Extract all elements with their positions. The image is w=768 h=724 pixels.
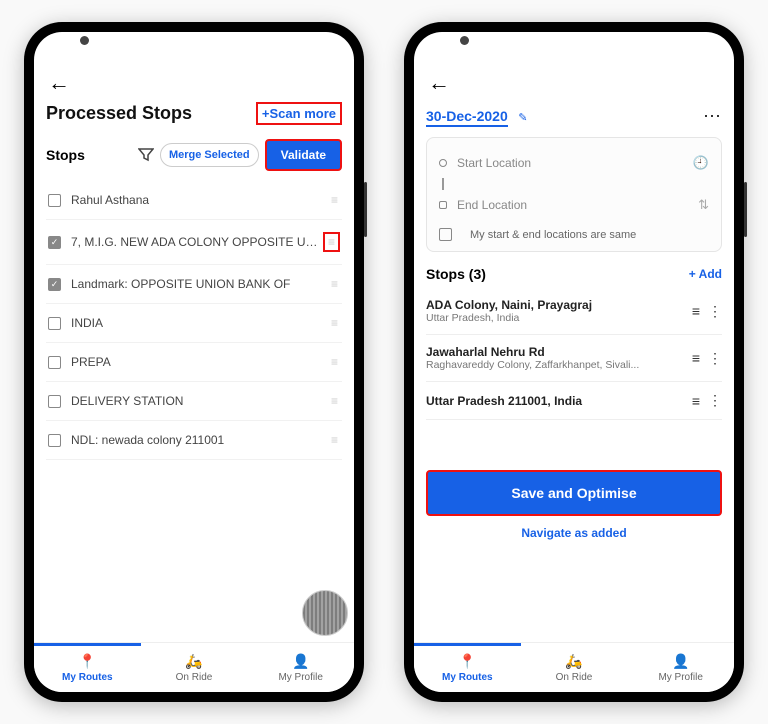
nav-label: My Profile xyxy=(658,672,702,683)
validate-button[interactable]: Validate xyxy=(265,139,342,171)
clock-icon[interactable]: 🕘 xyxy=(693,155,709,171)
back-button[interactable]: ← xyxy=(46,66,72,100)
swap-icon[interactable]: ⇅ xyxy=(698,197,709,213)
stop-text: Landmark: OPPOSITE UNION BANK OF xyxy=(71,277,329,291)
drag-handle-icon[interactable]: ≡ xyxy=(329,355,340,369)
filter-icon[interactable] xyxy=(138,148,154,162)
drag-handle-icon[interactable]: ≡ xyxy=(329,433,340,447)
scanned-image-thumb[interactable] xyxy=(302,590,348,636)
start-location-input[interactable] xyxy=(457,152,683,174)
nav-label: My Profile xyxy=(278,672,322,683)
more-menu-button[interactable]: ⋯ xyxy=(703,106,722,127)
screen-processed-stops: ← Processed Stops +Scan more Stops Merge… xyxy=(34,32,354,692)
date-picker[interactable]: 30-Dec-2020 ✎ xyxy=(426,108,527,126)
edit-icon[interactable]: ✎ xyxy=(518,112,527,124)
reorder-handle-icon[interactable]: ≡ xyxy=(692,303,700,319)
start-dot-icon xyxy=(439,159,447,167)
checkbox[interactable] xyxy=(48,395,61,408)
checkbox[interactable] xyxy=(48,356,61,369)
reorder-handle-icon[interactable]: ≡ xyxy=(692,393,700,409)
stop-row[interactable]: NDL: newada colony 211001 ≡ xyxy=(46,421,342,460)
connector-line xyxy=(442,178,444,190)
checkbox[interactable] xyxy=(48,317,61,330)
back-button[interactable]: ← xyxy=(426,66,452,100)
stop-text: INDIA xyxy=(71,316,329,330)
bottom-nav: 📍 My Routes 🛵 On Ride 👤 My Profile xyxy=(34,642,354,692)
phone-right: ← 30-Dec-2020 ✎ ⋯ 🕘 ⇅ xyxy=(404,22,744,702)
save-optimise-button[interactable]: Save and Optimise xyxy=(426,470,722,516)
stop-row[interactable]: INDIA ≡ xyxy=(46,304,342,343)
location-box: 🕘 ⇅ My start & end locations are same xyxy=(426,137,722,252)
stops-count-label: Stops (3) xyxy=(426,266,486,282)
stop-menu-button[interactable]: ⋮ xyxy=(708,350,722,367)
profile-icon: 👤 xyxy=(672,653,689,670)
checkbox[interactable] xyxy=(48,236,61,249)
drag-handle-icon[interactable]: ≡ xyxy=(329,193,340,207)
nav-my-profile[interactable]: 👤 My Profile xyxy=(627,643,734,692)
pin-icon: 📍 xyxy=(459,653,476,670)
profile-icon: 👤 xyxy=(292,653,309,670)
stop-sub: Raghavareddy Colony, Zaffarkhanpet, Siva… xyxy=(426,359,684,371)
route-stop-row[interactable]: ADA Colony, Naini, Prayagraj Uttar Prade… xyxy=(426,288,722,335)
add-stop-button[interactable]: + Add xyxy=(689,267,722,281)
phone-side-button xyxy=(744,182,747,237)
drag-handle-icon[interactable]: ≡ xyxy=(323,232,340,252)
drag-handle-icon[interactable]: ≡ xyxy=(329,394,340,408)
stop-row[interactable]: Landmark: OPPOSITE UNION BANK OF ≡ xyxy=(46,265,342,304)
drag-handle-icon[interactable]: ≡ xyxy=(329,277,340,291)
stop-row[interactable]: Rahul Asthana ≡ xyxy=(46,181,342,220)
end-location-input[interactable] xyxy=(457,194,688,216)
stop-row[interactable]: PREPA ≡ xyxy=(46,343,342,382)
checkbox[interactable] xyxy=(48,434,61,447)
stop-menu-button[interactable]: ⋮ xyxy=(708,303,722,320)
phone-left: ← Processed Stops +Scan more Stops Merge… xyxy=(24,22,364,702)
navigate-as-added-link[interactable]: Navigate as added xyxy=(426,526,722,540)
stop-main: Jawaharlal Nehru Rd xyxy=(426,345,684,359)
same-location-checkbox[interactable] xyxy=(439,228,452,241)
bike-icon: 🛵 xyxy=(185,653,202,670)
stop-sub: Uttar Pradesh, India xyxy=(426,312,684,324)
stop-text: PREPA xyxy=(71,355,329,369)
nav-indicator xyxy=(34,643,141,646)
nav-label: On Ride xyxy=(556,672,593,683)
nav-on-ride[interactable]: 🛵 On Ride xyxy=(141,643,248,692)
bottom-nav: 📍 My Routes 🛵 On Ride 👤 My Profile xyxy=(414,642,734,692)
stop-text: Rahul Asthana xyxy=(71,193,329,207)
nav-label: My Routes xyxy=(442,672,493,683)
pin-icon: 📍 xyxy=(79,653,96,670)
nav-my-routes[interactable]: 📍 My Routes xyxy=(34,643,141,692)
end-dot-icon xyxy=(439,201,447,209)
stop-main: ADA Colony, Naini, Prayagraj xyxy=(426,298,684,312)
nav-indicator xyxy=(414,643,521,646)
scan-more-button[interactable]: +Scan more xyxy=(256,102,342,125)
nav-my-profile[interactable]: 👤 My Profile xyxy=(247,643,354,692)
merge-selected-button[interactable]: Merge Selected xyxy=(160,143,259,167)
stop-menu-button[interactable]: ⋮ xyxy=(708,392,722,409)
same-location-label: My start & end locations are same xyxy=(470,229,636,241)
bike-icon: 🛵 xyxy=(565,653,582,670)
stop-main: Uttar Pradesh 211001, India xyxy=(426,394,684,408)
route-stop-row[interactable]: Jawaharlal Nehru Rd Raghavareddy Colony,… xyxy=(426,335,722,382)
checkbox[interactable] xyxy=(48,278,61,291)
stop-text: 7, M.I.G. NEW ADA COLONY OPPOSITE UNION … xyxy=(71,235,323,249)
drag-handle-icon[interactable]: ≡ xyxy=(329,316,340,330)
phone-side-button xyxy=(364,182,367,237)
reorder-handle-icon[interactable]: ≡ xyxy=(692,350,700,366)
checkbox[interactable] xyxy=(48,194,61,207)
nav-label: My Routes xyxy=(62,672,113,683)
stop-text: NDL: newada colony 211001 xyxy=(71,433,329,447)
route-stop-row[interactable]: Uttar Pradesh 211001, India ≡ ⋮ xyxy=(426,382,722,420)
date-value: 30-Dec-2020 xyxy=(426,108,508,127)
stop-row[interactable]: 7, M.I.G. NEW ADA COLONY OPPOSITE UNION … xyxy=(46,220,342,265)
stop-row[interactable]: DELIVERY STATION ≡ xyxy=(46,382,342,421)
nav-label: On Ride xyxy=(176,672,213,683)
nav-on-ride[interactable]: 🛵 On Ride xyxy=(521,643,628,692)
stop-text: DELIVERY STATION xyxy=(71,394,329,408)
page-title: Processed Stops xyxy=(46,103,192,124)
stops-label: Stops xyxy=(46,147,132,163)
nav-my-routes[interactable]: 📍 My Routes xyxy=(414,643,521,692)
screen-route-detail: ← 30-Dec-2020 ✎ ⋯ 🕘 ⇅ xyxy=(414,32,734,692)
